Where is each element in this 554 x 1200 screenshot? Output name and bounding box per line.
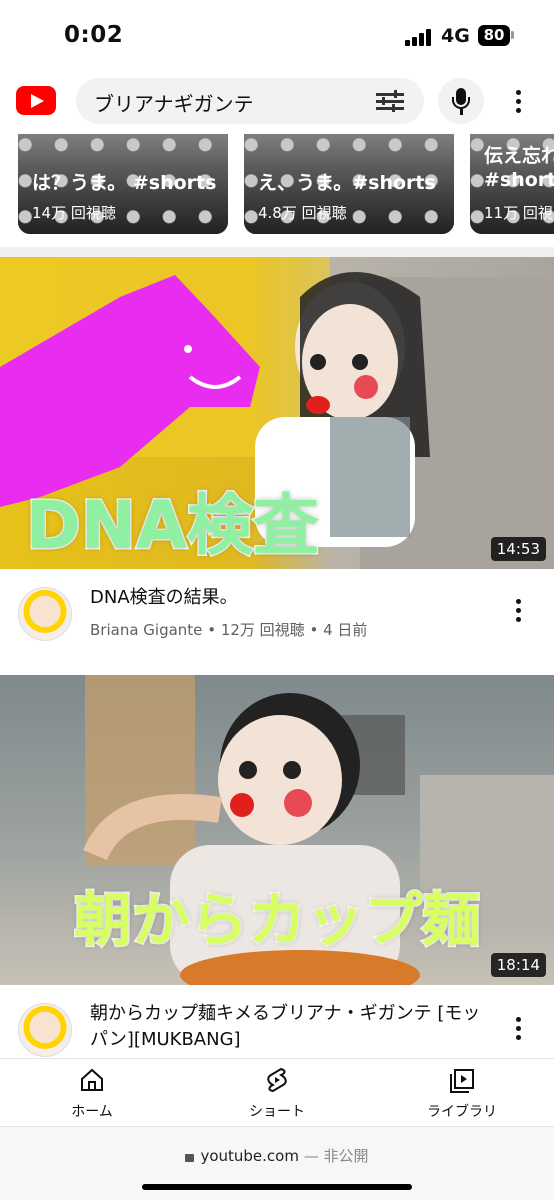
private-label: — 非公開 <box>303 1147 369 1165</box>
channel-name[interactable]: Briana Gigante <box>90 621 202 639</box>
thumbnail-caption: DNA検査 <box>24 486 320 566</box>
video-meta: 朝からカップ麺キメるブリアナ・ギガンテ [モッパン][MUKBANG] <box>0 985 554 1058</box>
url-domain: youtube.com <box>200 1147 299 1165</box>
voice-search-button[interactable] <box>438 78 484 124</box>
video-thumbnail[interactable]: DNA検査 14:53 <box>0 257 554 569</box>
video-thumbnail[interactable]: 朝からカップ麺 18:14 <box>0 675 554 985</box>
short-views: 14万 回視聴 <box>32 204 116 222</box>
more-options-icon[interactable] <box>516 90 522 114</box>
video-subtitle: Briana Gigante • 12万 回視聴 • 4 日前 <box>90 619 367 640</box>
nav-library[interactable]: ライブラリ <box>387 1059 537 1127</box>
short-card[interactable]: え、うま。#shorts 4.8万 回視聴 <box>244 134 454 234</box>
filter-icon[interactable] <box>376 90 404 112</box>
nav-shorts[interactable]: ショート <box>202 1059 352 1127</box>
shorts-shelf: は？うま。 #shorts 14万 回視聴 え、うま。#shorts 4.8万 … <box>0 134 554 244</box>
video-duration: 14:53 <box>490 537 546 561</box>
video-more-icon[interactable] <box>516 1017 522 1041</box>
search-header: ブリアナギガンテ <box>0 70 554 134</box>
short-title: は？うま。 #shorts <box>32 172 217 194</box>
short-card[interactable]: 伝え忘れ #shorts 11万 回視 <box>470 134 554 234</box>
url-display[interactable]: youtube.com — 非公開 <box>0 1145 554 1166</box>
section-divider <box>0 247 554 257</box>
youtube-logo-icon[interactable] <box>16 86 56 115</box>
video-more-icon[interactable] <box>516 599 522 623</box>
network-type: 4G <box>441 25 470 47</box>
video-title[interactable]: 朝からカップ麺キメるブリアナ・ギガンテ [モッパン][MUKBANG] <box>90 1001 490 1053</box>
thumbnail-caption: 朝からカップ麺 <box>72 885 481 956</box>
short-title: え、うま。#shorts <box>258 172 436 194</box>
status-time: 0:02 <box>64 22 124 48</box>
meta-separator: • <box>309 621 324 639</box>
upload-age: 4 日前 <box>323 621 368 639</box>
nav-home[interactable]: ホーム <box>17 1059 167 1127</box>
shorts-icon <box>267 1067 287 1093</box>
channel-avatar[interactable] <box>18 587 72 641</box>
browser-bar: youtube.com — 非公開 <box>0 1126 554 1200</box>
short-views: 4.8万 回視聴 <box>258 204 347 222</box>
library-icon <box>450 1069 474 1093</box>
nav-shorts-label: ショート <box>249 1104 305 1120</box>
home-indicator[interactable] <box>142 1184 412 1190</box>
short-title: 伝え忘れ #shorts <box>484 145 554 191</box>
battery-tip <box>511 31 514 39</box>
lock-icon <box>185 1154 195 1162</box>
video-meta: DNA検査の結果。 Briana Gigante • 12万 回視聴 • 4 日… <box>0 569 554 669</box>
video-title[interactable]: DNA検査の結果。 <box>90 585 490 611</box>
home-icon <box>81 1068 103 1091</box>
cellular-signal-icon <box>405 28 433 46</box>
short-views: 11万 回視 <box>484 204 553 222</box>
search-box[interactable]: ブリアナギガンテ <box>76 78 424 124</box>
nav-library-label: ライブラリ <box>427 1104 497 1120</box>
channel-avatar[interactable] <box>18 1003 72 1057</box>
battery-icon: 80 <box>478 25 510 46</box>
status-bar: 0:02 4G 80 <box>0 0 554 70</box>
nav-home-label: ホーム <box>71 1104 113 1120</box>
meta-separator: • <box>207 621 221 639</box>
short-card[interactable]: は？うま。 #shorts 14万 回視聴 <box>18 134 228 234</box>
view-count: 12万 回視聴 <box>220 621 305 639</box>
search-query[interactable]: ブリアナギガンテ <box>94 88 254 117</box>
bottom-navigation: ホーム ショート ライブラリ <box>0 1058 554 1126</box>
video-duration: 18:14 <box>490 953 546 977</box>
